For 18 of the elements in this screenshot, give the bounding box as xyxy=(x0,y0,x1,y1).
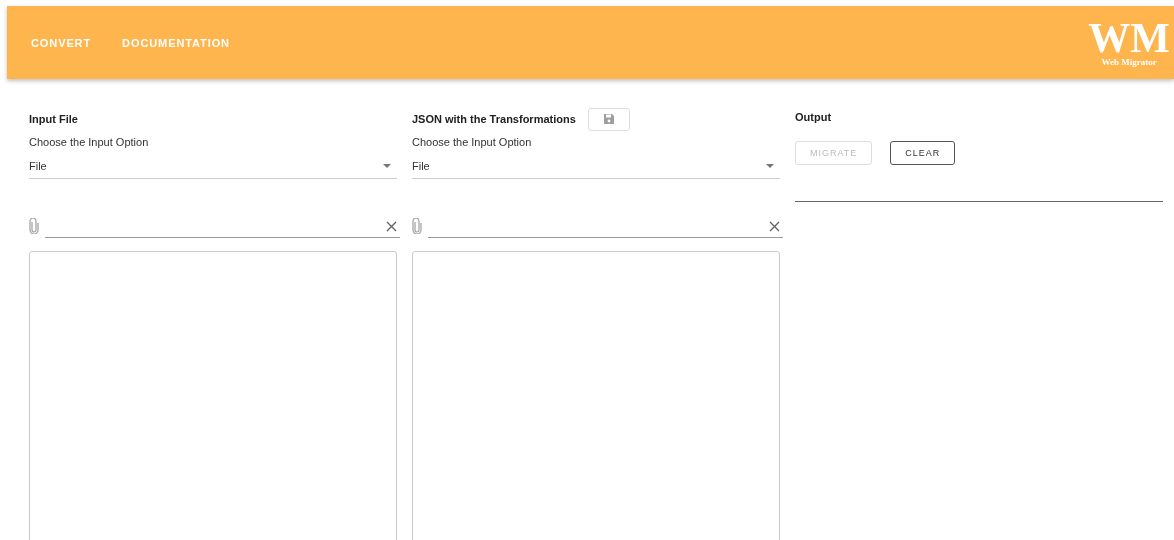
panel-title: Input File xyxy=(29,113,78,125)
panel-title: Output xyxy=(795,111,833,123)
dropdown-caret-icon xyxy=(383,164,391,168)
clear-icon[interactable] xyxy=(769,221,780,232)
input-option-select[interactable]: File xyxy=(412,160,780,179)
dropdown-caret-icon xyxy=(766,164,774,168)
paperclip-icon xyxy=(29,218,39,234)
logo-mark: WM xyxy=(1088,18,1170,57)
select-label: Choose the Input Option xyxy=(29,136,150,148)
input-option-select[interactable]: File xyxy=(29,160,397,179)
panel-title: JSON with the Transformations xyxy=(412,113,576,125)
logo-subtitle: Web Migrator xyxy=(1101,56,1157,67)
action-button[interactable]: CLEAR xyxy=(890,141,956,165)
select-label: Choose the Input Option xyxy=(412,136,533,148)
save-icon xyxy=(602,113,615,125)
save-button[interactable] xyxy=(587,107,630,131)
clear-icon[interactable] xyxy=(386,221,397,232)
paperclip-icon xyxy=(412,218,422,234)
